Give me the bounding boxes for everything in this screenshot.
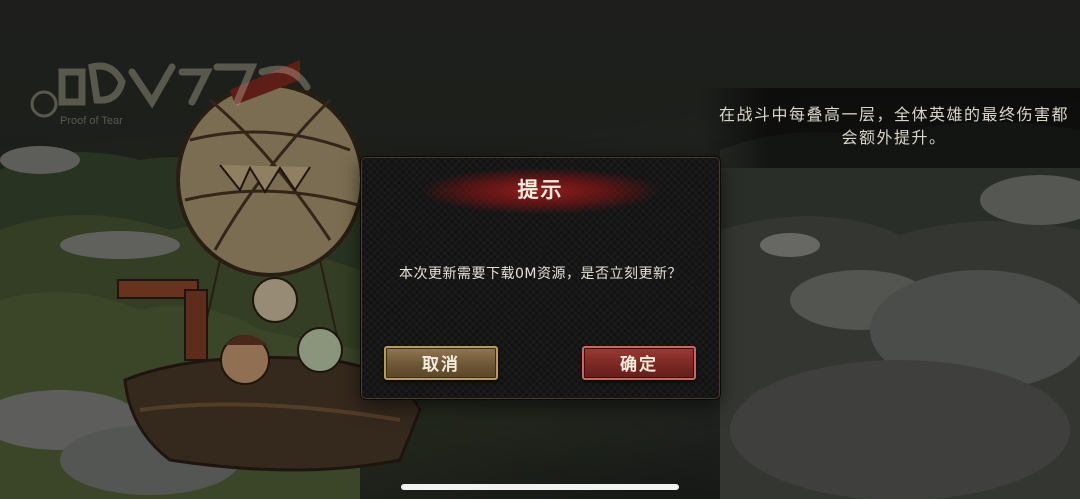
logo-caption: Proof of Tear	[60, 115, 123, 127]
dialog-message: 本次更新需要下载0M资源，是否立刻更新？	[399, 266, 682, 282]
confirm-button[interactable]: 确定	[582, 346, 696, 380]
game-screen: Proof of Tear 在战斗中每叠高一层，全体英雄的最终伤害都会额外提升。…	[0, 0, 1080, 499]
cancel-button[interactable]: 取消	[384, 346, 498, 380]
dialog-title: 提示	[517, 178, 564, 202]
home-indicator-bar[interactable]	[401, 484, 679, 490]
update-prompt-dialog: 提示 本次更新需要下载0M资源，是否立刻更新？ 取消 确定	[361, 157, 720, 399]
loading-tip-text: 在战斗中每叠高一层，全体英雄的最终伤害都会额外提升。	[718, 105, 1069, 147]
game-logo: Proof of Tear	[30, 62, 311, 127]
